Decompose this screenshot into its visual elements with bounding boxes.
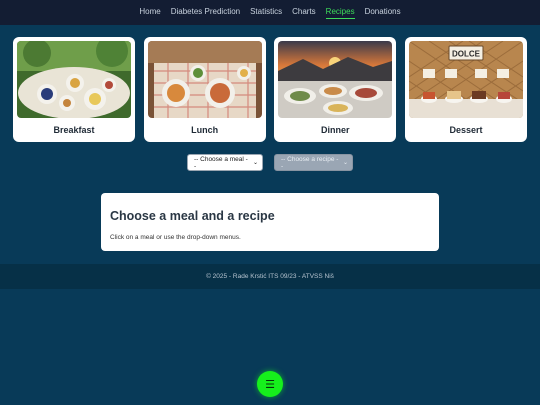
recipe-info-panel: Choose a meal and a recipe Click on a me… [101,193,439,251]
meal-select[interactable]: -- Choose a meal -- ⌄ [187,154,263,171]
chevron-down-icon: ⌄ [252,160,258,166]
dessert-image: DOLCE [408,41,523,118]
nav-donations[interactable]: Donations [365,7,401,18]
page-footer: © 2025 - Rade Krstić ITS 09/23 - ATVSS N… [0,264,540,289]
dolce-sign-text: DOLCE [452,50,481,59]
meal-cards: Breakfast Lunch Dinner DOLCE Dessert [13,37,527,142]
recipe-select-value: -- Choose a recipe -- [281,155,339,170]
footer-text: © 2025 - Rade Krstić ITS 09/23 - ATVSS N… [206,273,334,280]
meal-label-dinner: Dinner [321,125,350,135]
meal-card-dessert[interactable]: DOLCE Dessert [404,37,527,142]
meal-select-value: -- Choose a meal -- [194,155,248,170]
meal-label-dessert: Dessert [449,125,483,135]
meal-card-dinner[interactable]: Dinner [274,37,397,142]
nav-statistics[interactable]: Statistics [250,7,282,18]
nav-home[interactable]: Home [139,7,160,18]
lunch-image [147,41,262,118]
chevron-down-icon: ⌄ [342,160,348,166]
meal-label-breakfast: Breakfast [53,125,95,135]
nav-recipes[interactable]: Recipes [325,7,355,19]
meal-label-lunch: Lunch [191,125,219,135]
nav-diabetes-prediction[interactable]: Diabetes Prediction [171,7,240,18]
menu-fab-button[interactable]: ☰ [257,371,283,397]
panel-title: Choose a meal and a recipe [110,209,275,223]
dinner-image [278,41,393,118]
nav-charts[interactable]: Charts [292,7,316,18]
menu-icon: ☰ [265,378,275,391]
meal-card-lunch[interactable]: Lunch [143,37,266,142]
recipe-select[interactable]: -- Choose a recipe -- ⌄ [274,154,353,171]
meal-card-breakfast[interactable]: Breakfast [13,37,135,142]
top-navigation: Home Diabetes Prediction Statistics Char… [0,0,540,25]
meal-recipe-selectors: -- Choose a meal -- ⌄ -- Choose a recipe… [0,154,540,171]
breakfast-image [17,41,131,118]
panel-text: Click on a meal or use the drop-down men… [110,234,241,241]
